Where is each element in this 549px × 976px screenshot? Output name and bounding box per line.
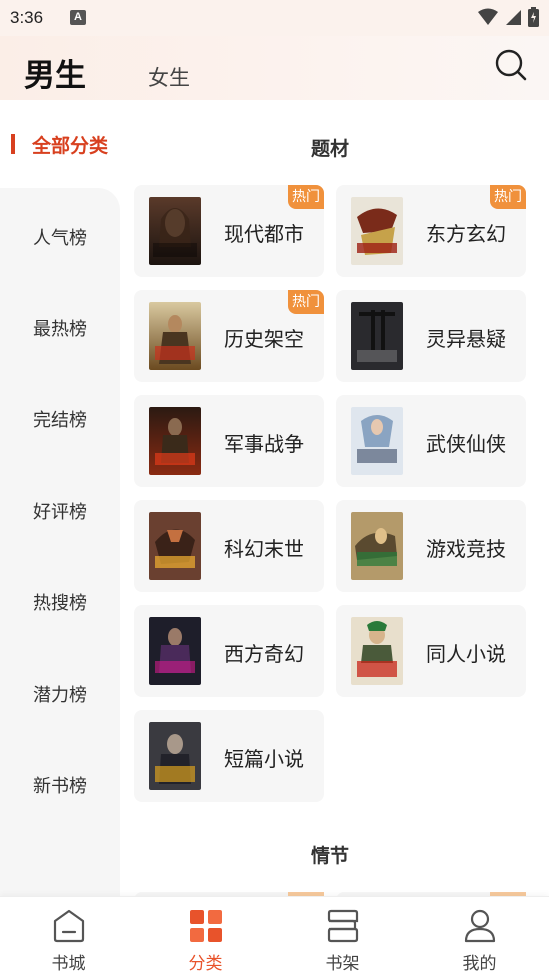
section-title-plot: 情节 [310, 845, 349, 867]
category-card-modern-city[interactable]: 现代都市 热门 [134, 185, 324, 277]
category-label: 现代都市 [224, 222, 304, 246]
nav-label: 分类 [188, 954, 223, 974]
book-cover [149, 302, 201, 370]
category-card-fan-fiction[interactable]: 同人小说 [336, 605, 526, 697]
sidebar-header: 全部分类 [0, 100, 130, 190]
book-cover [351, 407, 403, 475]
book-cover [149, 722, 201, 790]
category-card-eastern-fantasy[interactable]: 东方玄幻 热门 [336, 185, 526, 277]
section-title-genre: 题材 [310, 138, 349, 160]
book-cover [351, 617, 403, 685]
category-card-military-war[interactable]: 军事战争 [134, 395, 324, 487]
nav-profile[interactable]: 我的 [411, 897, 548, 976]
sidebar-item-trending[interactable]: 热搜榜 [0, 589, 120, 615]
signal-icon [506, 10, 521, 25]
status-bar: 3:36 A [0, 0, 549, 36]
book-cover [351, 302, 403, 370]
sidebar-item-potential[interactable]: 潜力榜 [0, 681, 120, 707]
bookstore-icon [53, 909, 84, 943]
category-label: 军事战争 [224, 432, 304, 456]
category-label: 灵异悬疑 [426, 327, 506, 351]
sidebar-item-new-books[interactable]: 新书榜 [0, 772, 120, 798]
book-cover [149, 512, 201, 580]
tab-female[interactable]: 女生 [148, 62, 190, 92]
status-icons [478, 7, 539, 27]
battery-icon [528, 7, 539, 27]
sidebar-item-all-categories[interactable]: 全部分类 [32, 131, 108, 158]
category-card-short-stories[interactable]: 短篇小说 [134, 710, 324, 802]
nav-bookstore[interactable]: 书城 [0, 897, 137, 976]
nav-category[interactable]: 分类 [137, 897, 274, 976]
category-label: 游戏竞技 [426, 537, 506, 561]
category-grid-icon [189, 910, 222, 942]
category-label: 科幻末世 [224, 537, 304, 561]
book-cover [149, 617, 201, 685]
profile-icon [464, 909, 495, 943]
sidebar-item-top-rated[interactable]: 好评榜 [0, 498, 120, 524]
bookshelf-icon [327, 909, 358, 943]
category-label: 武侠仙侠 [426, 432, 506, 456]
nav-label: 我的 [462, 954, 497, 974]
hot-badge: 热门 [490, 185, 526, 209]
hot-badge: 热门 [288, 185, 324, 209]
sidebar-item-popular[interactable]: 人气榜 [0, 224, 120, 250]
category-card-wuxia-xianxia[interactable]: 武侠仙侠 [336, 395, 526, 487]
nav-bookshelf[interactable]: 书架 [274, 897, 411, 976]
category-card-supernatural-mystery[interactable]: 灵异悬疑 [336, 290, 526, 382]
sidebar: 人气榜 最热榜 完结榜 好评榜 热搜榜 潜力榜 新书榜 [0, 188, 120, 898]
category-label: 东方玄幻 [426, 222, 506, 246]
search-icon[interactable] [494, 48, 528, 82]
category-label: 西方奇幻 [224, 642, 304, 666]
category-label: 历史架空 [224, 327, 304, 351]
tab-male[interactable]: 男生 [24, 50, 86, 95]
book-cover [351, 197, 403, 265]
nav-label: 书城 [51, 954, 86, 974]
category-label: 短篇小说 [224, 747, 304, 771]
sidebar-item-completed[interactable]: 完结榜 [0, 406, 120, 432]
category-card-alt-history[interactable]: 历史架空 热门 [134, 290, 324, 382]
top-header: 男生 女生 [0, 36, 549, 100]
status-time: 3:36 [10, 8, 44, 27]
sidebar-item-hottest[interactable]: 最热榜 [0, 315, 120, 341]
selected-indicator [11, 134, 15, 154]
notification-icon: A [70, 10, 86, 25]
book-cover [149, 197, 201, 265]
category-card-western-fantasy[interactable]: 西方奇幻 [134, 605, 324, 697]
book-cover [351, 512, 403, 580]
hot-badge: 热门 [288, 290, 324, 314]
bottom-nav: 书城 分类 书架 我的 [0, 896, 549, 976]
nav-label: 书架 [325, 954, 360, 974]
book-cover [149, 407, 201, 475]
category-label: 同人小说 [426, 642, 506, 666]
wifi-icon [478, 8, 498, 25]
category-card-gaming-esports[interactable]: 游戏竞技 [336, 500, 526, 592]
category-card-scifi-apocalypse[interactable]: 科幻末世 [134, 500, 324, 592]
